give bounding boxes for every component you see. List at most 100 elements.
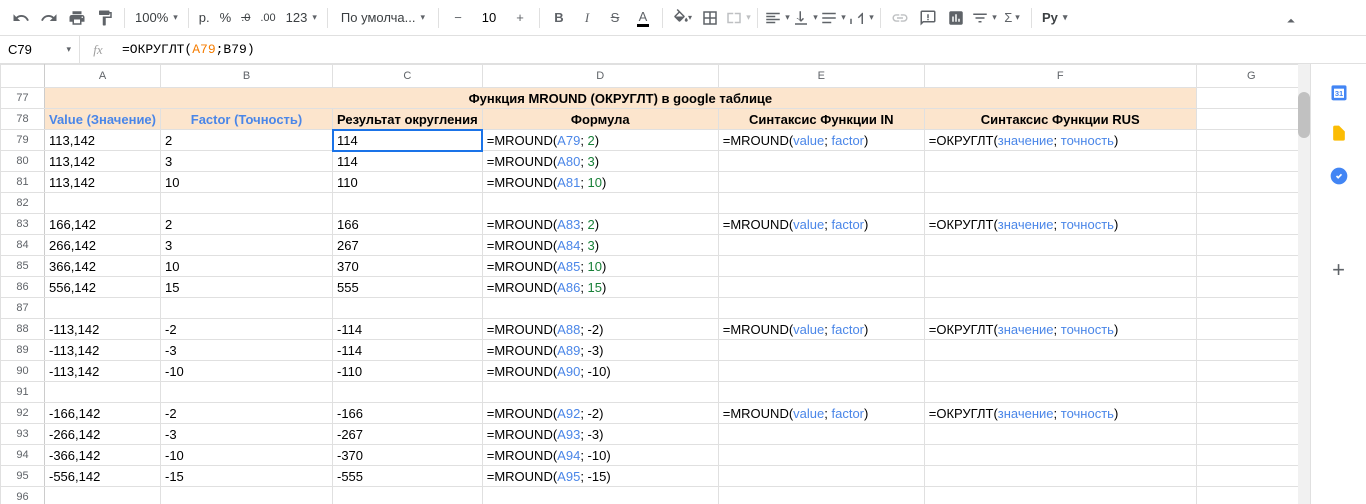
cell[interactable]: 113,142	[45, 151, 161, 172]
cell[interactable]	[924, 298, 1196, 319]
valign-button[interactable]	[792, 5, 818, 31]
merge-button[interactable]	[725, 5, 751, 31]
row-header[interactable]: 81	[1, 172, 45, 193]
cell[interactable]: 114	[333, 130, 483, 151]
cell[interactable]	[1196, 466, 1306, 487]
bold-button[interactable]: B	[546, 5, 572, 31]
cell[interactable]	[718, 487, 924, 504]
cell[interactable]: 556,142	[45, 277, 161, 298]
cell[interactable]: -556,142	[45, 466, 161, 487]
cell[interactable]	[718, 172, 924, 193]
add-button[interactable]: +	[1329, 260, 1349, 280]
col-header-G[interactable]: G	[1196, 65, 1306, 88]
col-header-B[interactable]: B	[161, 65, 333, 88]
cell[interactable]: 10	[161, 172, 333, 193]
select-all[interactable]	[1, 65, 45, 88]
percent-button[interactable]: %	[216, 10, 236, 25]
row-header[interactable]: 93	[1, 424, 45, 445]
cell[interactable]	[1196, 424, 1306, 445]
currency-button[interactable]: р.	[195, 10, 214, 25]
cell[interactable]: =MROUND(A80; 3)	[482, 151, 718, 172]
decrease-decimal-button[interactable]: .0	[237, 12, 254, 24]
cell[interactable]: 10	[161, 256, 333, 277]
row-header[interactable]: 86	[1, 277, 45, 298]
cell[interactable]: -110	[333, 361, 483, 382]
cell[interactable]: -267	[333, 424, 483, 445]
cell[interactable]	[1196, 172, 1306, 193]
redo-button[interactable]	[36, 5, 62, 31]
header-cell[interactable]: Формула	[482, 109, 718, 130]
formula-input[interactable]: =ОКРУГЛТ(A79;B79)	[116, 42, 1366, 57]
cell[interactable]: 15	[161, 277, 333, 298]
cell[interactable]: =MROUND(A95; -15)	[482, 466, 718, 487]
cell[interactable]	[924, 466, 1196, 487]
cell[interactable]: -366,142	[45, 445, 161, 466]
cell[interactable]: 166,142	[45, 214, 161, 235]
cell[interactable]	[924, 256, 1196, 277]
cell[interactable]: =MROUND(A85; 10)	[482, 256, 718, 277]
row-header[interactable]: 87	[1, 298, 45, 319]
cell[interactable]	[718, 193, 924, 214]
increase-font-button[interactable]: +	[507, 5, 533, 31]
row-header[interactable]: 85	[1, 256, 45, 277]
cell[interactable]	[718, 298, 924, 319]
row-header[interactable]: 91	[1, 382, 45, 403]
cell[interactable]: 114	[333, 151, 483, 172]
header-cell[interactable]: Factor (Точность)	[161, 109, 333, 130]
cell[interactable]: =MROUND(value; factor)	[718, 130, 924, 151]
cell[interactable]	[333, 487, 483, 504]
cell[interactable]: 2	[161, 214, 333, 235]
cell[interactable]: -3	[161, 424, 333, 445]
row-header[interactable]: 92	[1, 403, 45, 424]
cell[interactable]: 3	[161, 235, 333, 256]
vertical-scrollbar[interactable]	[1298, 64, 1310, 504]
row-header[interactable]: 82	[1, 193, 45, 214]
header-cell[interactable]: Синтаксис Функции RUS	[924, 109, 1196, 130]
cell[interactable]	[718, 340, 924, 361]
cell[interactable]	[1196, 151, 1306, 172]
cell[interactable]	[1196, 445, 1306, 466]
row-header[interactable]: 94	[1, 445, 45, 466]
col-header-C[interactable]: C	[333, 65, 483, 88]
header-cell[interactable]: Результат округления	[333, 109, 483, 130]
row-header[interactable]: 88	[1, 319, 45, 340]
cell[interactable]: 113,142	[45, 172, 161, 193]
cell[interactable]	[1196, 487, 1306, 504]
paint-format-button[interactable]	[92, 5, 118, 31]
cell[interactable]	[45, 382, 161, 403]
cell[interactable]	[161, 193, 333, 214]
text-color-button[interactable]: A	[630, 5, 656, 31]
cell[interactable]	[482, 382, 718, 403]
chart-button[interactable]	[943, 5, 969, 31]
cell[interactable]: -370	[333, 445, 483, 466]
functions-button[interactable]: Σ	[999, 5, 1025, 31]
cell[interactable]	[333, 298, 483, 319]
borders-button[interactable]	[697, 5, 723, 31]
strikethrough-button[interactable]: S	[602, 5, 628, 31]
col-header-D[interactable]: D	[482, 65, 718, 88]
cell[interactable]: =MROUND(A81; 10)	[482, 172, 718, 193]
cell[interactable]: 267	[333, 235, 483, 256]
cell[interactable]: -10	[161, 361, 333, 382]
cell[interactable]: =MROUND(A84; 3)	[482, 235, 718, 256]
cell[interactable]	[482, 298, 718, 319]
cell[interactable]: 113,142	[45, 130, 161, 151]
cell[interactable]	[161, 298, 333, 319]
cell[interactable]: -555	[333, 466, 483, 487]
cell[interactable]: -166	[333, 403, 483, 424]
cell[interactable]: 3	[161, 151, 333, 172]
cell[interactable]: =ОКРУГЛТ(значение; точность)	[924, 319, 1196, 340]
cell[interactable]	[718, 361, 924, 382]
cell[interactable]	[1196, 319, 1306, 340]
cell[interactable]: -2	[161, 403, 333, 424]
font-size-input[interactable]	[473, 10, 505, 25]
cell[interactable]: =MROUND(value; factor)	[718, 214, 924, 235]
decrease-font-button[interactable]: −	[445, 5, 471, 31]
italic-button[interactable]: I	[574, 5, 600, 31]
wrap-button[interactable]	[820, 5, 846, 31]
row-header[interactable]: 95	[1, 466, 45, 487]
cell[interactable]: -166,142	[45, 403, 161, 424]
font-select[interactable]: По умолча...	[334, 7, 432, 28]
cell[interactable]	[718, 151, 924, 172]
cell[interactable]	[924, 277, 1196, 298]
